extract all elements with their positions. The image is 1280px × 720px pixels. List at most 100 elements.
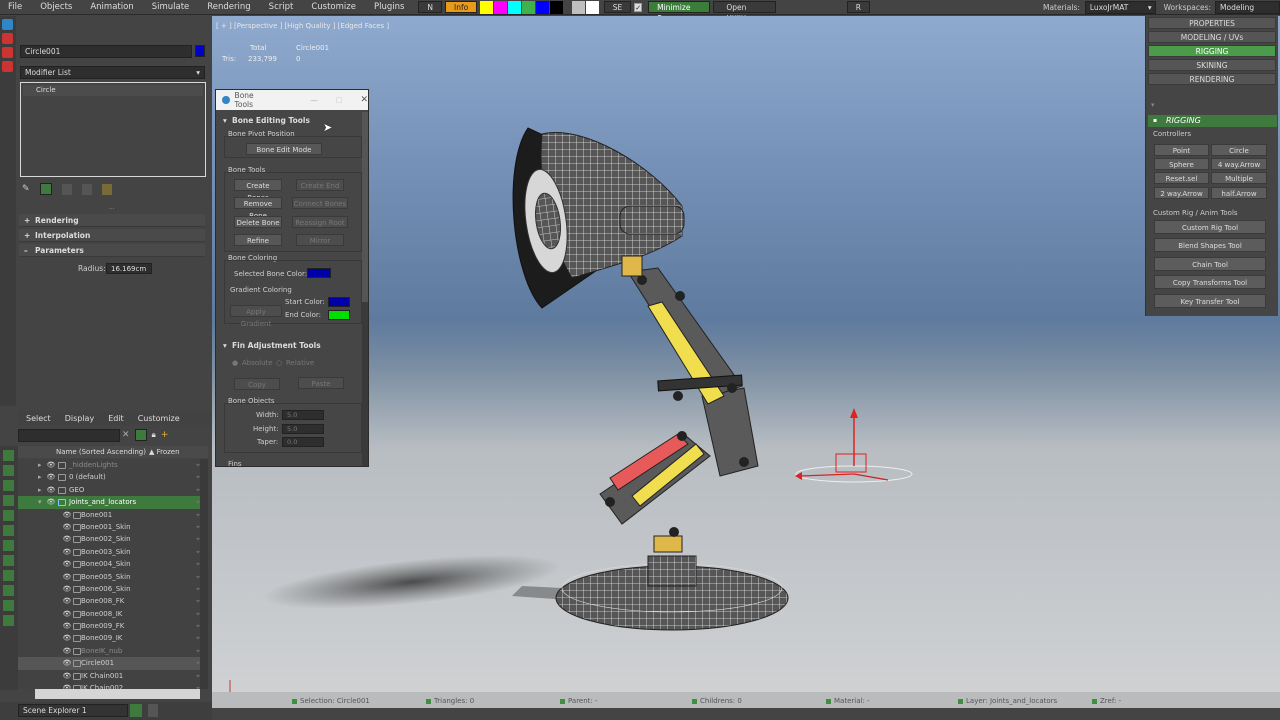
copy-transforms-tool-button[interactable]: Copy Transforms Tool — [1154, 275, 1266, 289]
visibility-icon[interactable]: 👁︎ — [62, 682, 72, 689]
viewport-label[interactable]: [ + ] [Perspective ] [High Quality ] [Ed… — [216, 22, 389, 30]
scene-row[interactable]: 👁︎ IK Chain001 ⌖ — [18, 670, 208, 682]
layer-explorer-icon[interactable] — [130, 704, 142, 717]
scene-row[interactable]: 👁︎ Bone009_IK ⌖ — [18, 632, 208, 644]
height-spinner[interactable]: 5.0 — [282, 424, 324, 434]
display-shapes-icon[interactable] — [3, 495, 14, 506]
perspective-viewport[interactable]: [ + ] [Perspective ] [High Quality ] [Ed… — [212, 16, 1280, 692]
color-swatch-yellow[interactable] — [480, 0, 494, 14]
display-warps-icon[interactable] — [3, 555, 14, 566]
close-icon[interactable]: ✕ — [360, 95, 368, 105]
open-utilities-button[interactable]: Open Utilities — [713, 1, 776, 23]
rollout-rendering[interactable]: + Rendering — [19, 214, 205, 227]
maximize-icon[interactable]: ☐ — [336, 96, 343, 105]
checkbox-icon[interactable]: ✓ — [634, 2, 643, 12]
menu-animation[interactable]: Animation — [82, 2, 143, 12]
apply-gradient-button[interactable]: Apply Gradient — [230, 305, 282, 328]
visibility-icon[interactable]: 👁︎ — [62, 670, 72, 682]
blend-shapes-tool-button[interactable]: Blend Shapes Tool — [1154, 238, 1266, 252]
start-color-swatch[interactable] — [328, 297, 350, 307]
bone-editing-header[interactable]: Bone Editing Tools — [232, 116, 310, 125]
menu-plugins[interactable]: Plugins — [366, 2, 414, 12]
settings-icon[interactable] — [148, 704, 158, 717]
scene-row[interactable]: 👁︎ BoneIK_nub ⌖ — [18, 645, 208, 657]
scene-row[interactable]: 👁︎ IK Chain002 ⌖ — [18, 682, 208, 689]
display-groups-icon[interactable] — [3, 570, 14, 581]
minimize-icon[interactable]: — — [310, 96, 318, 105]
make-unique-icon[interactable] — [61, 183, 72, 195]
column-name-header[interactable]: Name (Sorted Ascending) — [56, 446, 146, 458]
circle001-gizmo[interactable] — [795, 408, 913, 483]
collapse-icon[interactable]: ▾ — [223, 116, 227, 125]
scene-row[interactable]: 👁︎ Bone001 ⌖ — [18, 509, 208, 521]
scrollbar-thumb[interactable] — [362, 112, 368, 302]
half-arrow-button[interactable]: half.Arrow — [1211, 187, 1267, 199]
scene-row[interactable]: 👁︎ Bone003_Skin ⌖ — [18, 546, 208, 558]
scene-row[interactable]: 👁︎ Bone002_Skin ⌖ — [18, 533, 208, 545]
se-menu-edit[interactable]: Edit — [108, 414, 124, 423]
tab-rigging[interactable]: RIGGING — [1148, 45, 1276, 57]
remove-bone-button[interactable]: Remove Bone — [234, 197, 282, 220]
visibility-icon[interactable]: 👁︎ — [62, 632, 72, 644]
scene-row[interactable]: 👁︎ Bone004_Skin ⌖ — [18, 558, 208, 570]
color-swatch-gray[interactable] — [571, 0, 585, 14]
radio-icon[interactable]: ● — [232, 359, 238, 367]
display-xrefs-icon[interactable] — [3, 585, 14, 596]
display-containers-icon[interactable] — [3, 615, 14, 626]
tab-rendering[interactable]: RENDERING — [1148, 73, 1276, 85]
scene-row[interactable]: 👁︎ Bone008_FK ⌖ — [18, 595, 208, 607]
se-button[interactable]: SE — [603, 1, 632, 13]
two-way-arrow-button[interactable]: 2 way.Arrow — [1154, 187, 1209, 199]
color-swatch-magenta[interactable] — [494, 0, 508, 14]
filter-icon[interactable] — [134, 429, 147, 441]
stack-item[interactable]: Circle — [23, 85, 203, 96]
fin-adjustment-header[interactable]: Fin Adjustment Tools — [232, 341, 321, 350]
create-bones-button[interactable]: Create Bones — [234, 179, 282, 202]
configure-sets-icon[interactable] — [101, 183, 112, 195]
minimize-screen-button[interactable]: Minimize Screen — [648, 1, 711, 23]
delete-icon[interactable] — [2, 47, 13, 58]
chain-tool-button[interactable]: Chain Tool — [1154, 257, 1266, 271]
horizontal-scrollbar[interactable] — [35, 689, 200, 699]
menu-simulate[interactable]: Simulate — [144, 2, 200, 12]
visibility-icon[interactable]: 👁︎ — [62, 620, 72, 632]
end-color-swatch[interactable] — [328, 310, 350, 320]
visibility-icon[interactable]: 👁︎ — [62, 571, 72, 583]
drag-handle-icon[interactable]: ··· — [108, 205, 115, 213]
scene-explorer-scrollbar[interactable] — [200, 459, 208, 689]
visibility-icon[interactable]: 👁︎ — [62, 657, 72, 669]
n-button[interactable]: N — [418, 1, 443, 13]
bone-edit-mode-button[interactable]: Bone Edit Mode — [246, 143, 322, 155]
menu-rendering[interactable]: Rendering — [199, 2, 260, 12]
visibility-icon[interactable]: 👁︎ — [62, 509, 72, 521]
display-bones-icon[interactable] — [3, 600, 14, 611]
reset-sel-button[interactable]: Reset.sel — [1154, 172, 1209, 184]
remove-modifier-icon[interactable] — [81, 183, 92, 195]
scene-row[interactable]: ▸ 👁︎ GEO ⌖ — [18, 484, 208, 496]
scene-explorer-selector[interactable]: Scene Explorer 1 — [18, 704, 128, 717]
visibility-icon[interactable]: 👁︎ — [62, 521, 72, 533]
point-button[interactable]: Point — [1154, 144, 1209, 156]
visibility-icon[interactable]: 👁︎ — [62, 558, 72, 570]
scene-search-input[interactable] — [18, 429, 120, 442]
circle-button[interactable]: Circle — [1211, 144, 1267, 156]
tab-properties[interactable]: PROPERTIES — [1148, 17, 1276, 29]
unlink-icon[interactable] — [2, 61, 13, 72]
visibility-icon[interactable]: 👁︎ — [62, 608, 72, 620]
display-none-icon[interactable] — [3, 450, 14, 461]
se-menu-customize[interactable]: Customize — [138, 414, 180, 423]
absolute-radio-label[interactable]: Absolute — [242, 359, 273, 367]
custom-rig-tool-button[interactable]: Custom Rig Tool — [1154, 220, 1266, 234]
r-button[interactable]: R — [846, 1, 870, 13]
workspaces-dropdown[interactable]: Modeling — [1215, 0, 1280, 14]
taper-spinner[interactable]: 0.0 — [282, 437, 324, 447]
scene-row[interactable]: 👁︎ Bone001_Skin ⌖ — [18, 521, 208, 533]
collapse-icon[interactable]: ▾ — [38, 496, 42, 508]
visibility-icon[interactable]: 👁︎ — [46, 484, 56, 496]
bone-tools-scrollbar[interactable] — [362, 112, 368, 466]
visibility-icon[interactable]: 👁︎ — [62, 546, 72, 558]
color-swatch-green[interactable] — [522, 0, 535, 14]
reassign-root-button[interactable]: Reassign Root — [292, 216, 348, 228]
refine-button[interactable]: Refine — [234, 234, 282, 246]
selected-bone-color-swatch[interactable] — [307, 268, 331, 278]
